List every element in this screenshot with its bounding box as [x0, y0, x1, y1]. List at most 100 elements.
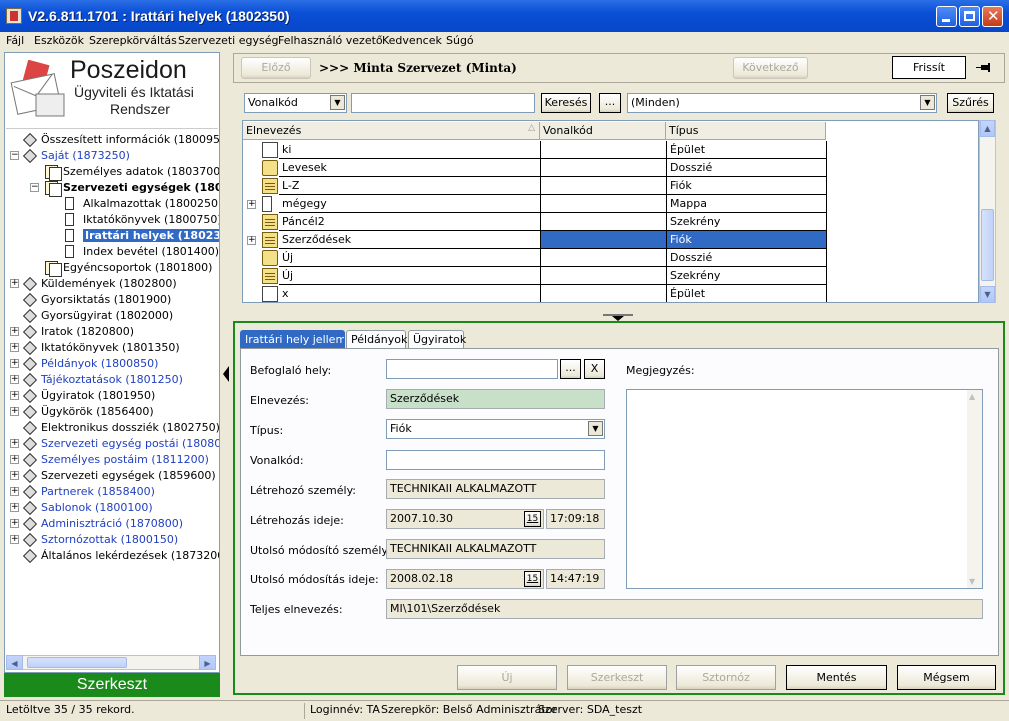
scroll-right-button[interactable]: ▶ — [199, 655, 216, 670]
grid-row[interactable]: x Épület — [243, 285, 827, 302]
calendar-icon[interactable]: 15 — [524, 571, 541, 587]
cancel-record-button[interactable]: Sztornóz — [676, 665, 776, 690]
menu-role-switch[interactable]: Szerepkörváltás — [89, 34, 177, 47]
tree-horizontal-scrollbar[interactable]: ◀ ▶ — [6, 655, 216, 670]
type-select[interactable]: Fiók ▼ — [386, 419, 605, 439]
tab-case-files[interactable]: Ügyiratok — [408, 330, 466, 348]
grid-row[interactable]: ki Épület — [243, 141, 827, 159]
tree-item[interactable]: + Iktatókönyvek (1801350) — [5, 340, 219, 356]
expand-icon[interactable]: + — [10, 279, 19, 288]
cancel-button[interactable]: Mégsem — [897, 665, 996, 690]
expand-icon[interactable]: + — [10, 327, 19, 336]
pin-icon[interactable] — [975, 61, 991, 75]
grid-row[interactable]: Páncél2 Szekrény — [243, 213, 827, 231]
grid-row[interactable]: Levesek Dosszié — [243, 159, 827, 177]
scroll-up-button[interactable]: ▲ — [980, 120, 995, 137]
expand-icon[interactable]: + — [10, 343, 19, 352]
tree-item[interactable]: Gyorsiktatás (1801900) — [5, 292, 219, 308]
tree-item[interactable]: + Küldemények (1802800) — [5, 276, 219, 292]
tree-item[interactable]: Irattári helyek (1802350 — [5, 228, 219, 244]
tree-item[interactable]: Összesített információk (1800950) — [5, 132, 219, 148]
chevron-down-icon[interactable]: ▼ — [330, 95, 345, 110]
chevron-down-icon[interactable]: ▼ — [920, 95, 935, 110]
expand-icon[interactable]: + — [10, 519, 19, 528]
container-dots-button[interactable]: ... — [560, 359, 581, 379]
new-button[interactable]: Új — [457, 665, 557, 690]
search-button[interactable]: Keresés — [541, 93, 591, 113]
col-header-name[interactable]: Elnevezés △ — [243, 122, 540, 140]
tree-item[interactable]: + Ügykörök (1856400) — [5, 404, 219, 420]
tree-item[interactable]: − Szervezeti egységek (1803 — [5, 180, 219, 197]
grid-vertical-scrollbar[interactable]: ▲ ▼ — [979, 120, 996, 303]
scroll-down-icon[interactable]: ▼ — [969, 577, 975, 586]
expand-icon[interactable]: + — [10, 455, 19, 464]
menu-user-leader[interactable]: Felhasználó vezető — [278, 34, 383, 47]
note-textarea[interactable]: ▲ ▼ — [626, 389, 983, 589]
refresh-button[interactable]: Frissít — [892, 56, 966, 79]
edit-button[interactable]: Szerkeszt — [567, 665, 667, 690]
chevron-down-icon[interactable]: ▼ — [588, 421, 603, 436]
scroll-left-button[interactable]: ◀ — [6, 655, 23, 670]
tree-item[interactable]: + Sztornózottak (1800150) — [5, 532, 219, 548]
tree-item[interactable]: + Szervezeti egység postái (1808000) — [5, 436, 219, 452]
tree-item[interactable]: Személyes adatok (1803700) — [5, 164, 219, 181]
search-dots-button[interactable]: ... — [599, 93, 621, 113]
expand-icon[interactable]: + — [247, 236, 256, 245]
expand-icon[interactable]: + — [10, 391, 19, 400]
tree-item[interactable]: + Ügyiratok (1801950) — [5, 388, 219, 404]
expand-icon[interactable]: + — [10, 359, 19, 368]
note-scrollbar[interactable]: ▲ ▼ — [967, 390, 982, 588]
search-field-select[interactable]: Vonalkód ▼ — [244, 93, 347, 113]
search-input[interactable] — [351, 93, 535, 113]
tree-item[interactable]: Elektronikus dossziék (1802750) — [5, 420, 219, 436]
tree-item[interactable]: + Példányok (1800850) — [5, 356, 219, 372]
tab-copies[interactable]: Példányok — [346, 330, 407, 348]
tree-item[interactable]: + Tájékoztatások (1801250) — [5, 372, 219, 388]
next-button[interactable]: Következő — [733, 57, 808, 79]
collapse-pane-icon[interactable] — [222, 360, 230, 388]
collapse-icon[interactable]: − — [30, 183, 39, 192]
scroll-up-icon[interactable]: ▲ — [969, 392, 975, 401]
tree-item[interactable]: Index bevétel (1801400) — [5, 244, 219, 260]
prev-button[interactable]: Előző — [241, 57, 311, 79]
collapse-icon[interactable]: − — [10, 151, 19, 160]
edit-mode-bar[interactable]: Szerkeszt — [4, 673, 220, 697]
expand-icon[interactable]: + — [10, 439, 19, 448]
expand-icon[interactable]: + — [10, 375, 19, 384]
tree-item[interactable]: Egyéncsoportok (1801800) — [5, 260, 219, 277]
tree-item[interactable]: Iktatókönyvek (1800750) — [5, 212, 219, 228]
tree-item[interactable]: + Iratok (1820800) — [5, 324, 219, 340]
tree-item[interactable]: + Személyes postáim (1811200) — [5, 452, 219, 468]
scroll-thumb[interactable] — [27, 657, 127, 668]
grid-row[interactable]: + Szerződések Fiók — [243, 231, 827, 249]
scroll-down-button[interactable]: ▼ — [980, 286, 995, 303]
filter-button[interactable]: Szűrés — [947, 93, 994, 113]
tree-item[interactable]: + Sablonok (1800100) — [5, 500, 219, 516]
type-filter-select[interactable]: (Minden) ▼ — [627, 93, 937, 113]
tree-item[interactable]: + Adminisztráció (1870800) — [5, 516, 219, 532]
col-header-type[interactable]: Típus — [666, 122, 826, 140]
expand-icon[interactable]: + — [10, 471, 19, 480]
tree-item[interactable]: Alkalmazottak (1800250) — [5, 196, 219, 212]
tree-item[interactable]: + Szervezeti egységek (1859600) — [5, 468, 219, 484]
grid-row[interactable]: + mégegy Mappa — [243, 195, 827, 213]
scroll-thumb[interactable] — [981, 209, 994, 281]
menu-help[interactable]: Súgó — [446, 34, 474, 47]
grid-row[interactable]: L-Z Fiók — [243, 177, 827, 195]
splitter-handle-icon[interactable] — [603, 312, 633, 321]
expand-icon[interactable]: + — [10, 503, 19, 512]
expand-icon[interactable]: + — [10, 487, 19, 496]
expand-icon[interactable]: + — [10, 407, 19, 416]
container-clear-button[interactable]: X — [584, 359, 605, 379]
calendar-icon[interactable]: 15 — [524, 511, 541, 527]
container-input[interactable] — [386, 359, 558, 379]
grid-row[interactable]: Új Szekrény — [243, 267, 827, 285]
menu-file[interactable]: Fájl — [6, 34, 24, 47]
tree-item[interactable]: − Saját (1873250) — [5, 148, 219, 164]
tree-item[interactable]: Gyorsügyirat (1802000) — [5, 308, 219, 324]
close-button[interactable]: ✕ — [982, 6, 1003, 27]
col-header-barcode[interactable]: Vonalkód — [540, 122, 666, 140]
tab-location-properties[interactable]: Irattári hely jellemzői — [240, 330, 345, 348]
menu-org-unit[interactable]: Szervezeti egység — [178, 34, 278, 47]
tree-item[interactable]: + Partnerek (1858400) — [5, 484, 219, 500]
